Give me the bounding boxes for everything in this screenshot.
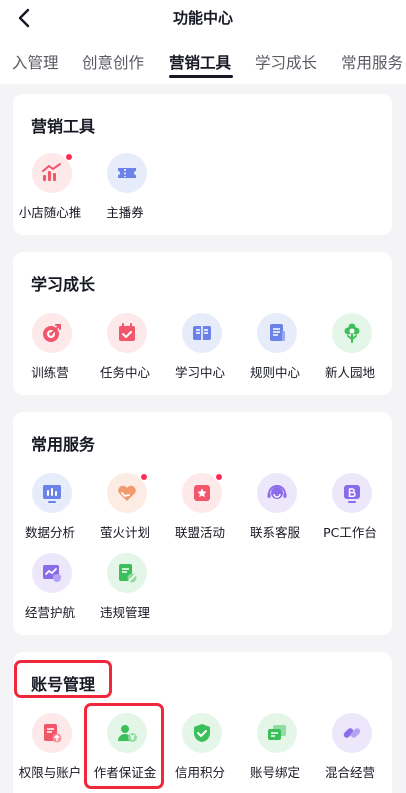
highlight-author-deposit bbox=[84, 703, 164, 789]
learning-growth-card: 学习成长 训练营 任务中心 学习中心 规则中心 新人园地 bbox=[13, 252, 392, 395]
item-newcomer-garden[interactable]: 新人园地 bbox=[313, 313, 387, 383]
item-label: 违规管理 bbox=[99, 605, 150, 620]
item-violation-manage[interactable]: 违规管理 bbox=[88, 553, 162, 623]
item-label: 联系客服 bbox=[249, 525, 300, 540]
active-tab-indicator bbox=[169, 75, 233, 78]
item-firefly-plan[interactable]: 萤火计划 bbox=[88, 473, 162, 543]
link-swap-icon bbox=[332, 713, 372, 753]
item-training-camp[interactable]: 训练营 bbox=[13, 313, 87, 383]
ticket-icon bbox=[107, 153, 147, 193]
item-label: 混合经营 bbox=[324, 765, 375, 780]
notification-dot bbox=[140, 473, 148, 481]
item-label: 学习中心 bbox=[174, 365, 225, 380]
notification-dot bbox=[215, 473, 223, 481]
category-tabs: 入管理 创意创作 营销工具 学习成长 常用服务 bbox=[0, 38, 406, 84]
item-account-binding[interactable]: 账号绑定 bbox=[238, 713, 312, 783]
highlight-account-title bbox=[14, 660, 112, 698]
item-credit-score[interactable]: 信用积分 bbox=[163, 713, 237, 783]
item-label: 数据分析 bbox=[24, 525, 75, 540]
item-business-escort[interactable]: 经营护航 bbox=[13, 553, 87, 623]
item-label: 小店随心推 bbox=[18, 205, 82, 220]
tab-marketing[interactable]: 营销工具 bbox=[169, 51, 231, 73]
cards-link-icon bbox=[257, 713, 297, 753]
item-alliance-activity[interactable]: 联盟活动 bbox=[163, 473, 237, 543]
item-label: 主播券 bbox=[106, 205, 144, 220]
item-label: 萤火计划 bbox=[99, 525, 150, 540]
item-permissions-accounts[interactable]: 权限与账户 bbox=[13, 713, 87, 783]
b-badge-icon bbox=[332, 473, 372, 513]
top-bar: 功能中心 bbox=[0, 0, 406, 38]
document-ban-icon bbox=[107, 553, 147, 593]
item-data-analysis[interactable]: 数据分析 bbox=[13, 473, 87, 543]
tab-creative[interactable]: 创意创作 bbox=[82, 51, 144, 73]
page-title: 功能中心 bbox=[172, 9, 233, 27]
document-upload-icon bbox=[32, 713, 72, 753]
item-label: 账号绑定 bbox=[249, 765, 300, 780]
section-title: 学习成长 bbox=[31, 275, 96, 294]
item-label: 经营护航 bbox=[24, 605, 75, 620]
item-label: 信用积分 bbox=[174, 765, 225, 780]
marketing-tools-card: 营销工具 小店随心推 主播券 bbox=[13, 94, 392, 235]
item-store-promote[interactable]: 小店随心推 bbox=[13, 153, 87, 223]
item-rules-center[interactable]: 规则中心 bbox=[238, 313, 312, 383]
item-label: 训练营 bbox=[31, 365, 69, 380]
notification-dot bbox=[65, 153, 73, 161]
item-customer-service[interactable]: 联系客服 bbox=[238, 473, 312, 543]
item-learning-center[interactable]: 学习中心 bbox=[163, 313, 237, 383]
item-hybrid-operation[interactable]: 混合经营 bbox=[313, 713, 387, 783]
item-pc-workbench[interactable]: PC工作台 bbox=[313, 473, 387, 543]
tab-learning[interactable]: 学习成长 bbox=[255, 51, 317, 73]
calendar-check-icon bbox=[107, 313, 147, 353]
item-label: 规则中心 bbox=[249, 365, 300, 380]
book-open-icon bbox=[182, 313, 222, 353]
item-task-center[interactable]: 任务中心 bbox=[88, 313, 162, 383]
tab-common-services[interactable]: 常用服务 bbox=[341, 51, 403, 73]
trend-shield-icon bbox=[32, 553, 72, 593]
tab-account-manage[interactable]: 入管理 bbox=[12, 51, 59, 73]
document-icon bbox=[257, 313, 297, 353]
common-services-card: 常用服务 数据分析 萤火计划 联盟活动 联系客服 PC工作台 经营护航 违规管理 bbox=[13, 412, 392, 635]
bar-chart-icon bbox=[32, 473, 72, 513]
shield-check-icon bbox=[182, 713, 222, 753]
item-label: 联盟活动 bbox=[174, 525, 225, 540]
item-label: 任务中心 bbox=[99, 365, 150, 380]
item-label: 权限与账户 bbox=[18, 765, 82, 780]
item-label: PC工作台 bbox=[323, 525, 377, 540]
headset-icon bbox=[257, 473, 297, 513]
flower-icon bbox=[332, 313, 372, 353]
section-title: 营销工具 bbox=[31, 117, 96, 136]
target-icon bbox=[32, 313, 72, 353]
item-anchor-coupon[interactable]: 主播券 bbox=[88, 153, 162, 223]
item-label: 新人园地 bbox=[324, 365, 375, 380]
section-title: 常用服务 bbox=[31, 435, 96, 454]
